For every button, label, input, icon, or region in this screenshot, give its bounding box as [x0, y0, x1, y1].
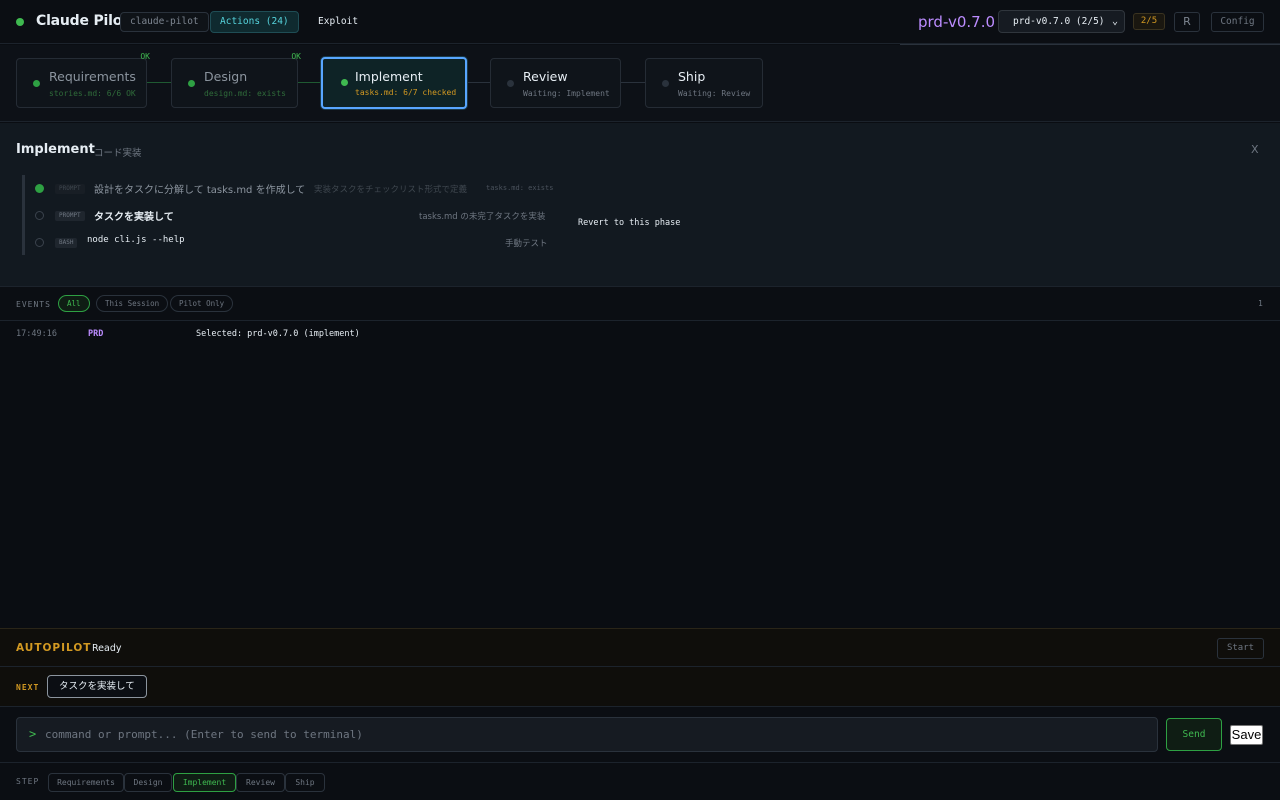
autopilot-bar: AUTOPILOT Ready Start: [0, 628, 1280, 667]
filter-this-session[interactable]: This Session: [96, 295, 169, 312]
events-count: 1: [1258, 299, 1263, 308]
phase-name: Review: [523, 69, 568, 84]
phase-ok-badge: OK: [140, 52, 150, 61]
phase-status-dot: [662, 80, 669, 87]
step-description: 手動テスト: [505, 239, 548, 249]
step-command: タスクを実装して: [94, 212, 174, 223]
phase-status: Waiting: Review: [678, 89, 751, 98]
actions-button[interactable]: Actions (24): [210, 11, 299, 33]
step-button-review[interactable]: Review: [236, 773, 285, 792]
phase-name: Requirements: [49, 69, 136, 84]
phase-design[interactable]: Design design.md: exists OK: [171, 52, 301, 108]
step-button-ship[interactable]: Ship: [285, 773, 325, 792]
phase-ship[interactable]: Ship Waiting: Review: [645, 58, 763, 108]
phase-status-dot: [507, 80, 514, 87]
autopilot-label: AUTOPILOT: [16, 642, 92, 654]
event-message: Selected: prd-v0.7.0 (implement): [196, 329, 360, 339]
phase-name: Implement: [355, 69, 423, 84]
step-label: STEP: [16, 777, 40, 786]
version-select[interactable]: prd-v0.7.0 (2/5) ⌄: [998, 10, 1125, 33]
step-command: 設計をタスクに分解して tasks.md を作成して: [94, 185, 306, 196]
step-navigation-bar: STEP Requirements Design Implement Revie…: [0, 763, 1280, 800]
phase-status-dot: [33, 80, 40, 87]
step-description: tasks.md の未完了タスクを実装: [419, 212, 546, 222]
save-button[interactable]: Save: [1230, 725, 1263, 745]
step-pending-icon: [35, 211, 44, 220]
filter-all[interactable]: All: [58, 295, 90, 312]
phase-status: stories.md: 6/6 OK: [49, 89, 136, 98]
step-command: node cli.js --help: [87, 235, 185, 245]
step-type-tag: BASH: [55, 238, 78, 248]
phase-progress-badge: 2/5: [1133, 13, 1165, 30]
step-item[interactable]: PROMPT 設計をタスクに分解して tasks.md を作成して 実装タスクを…: [0, 178, 560, 198]
phase-connector: [147, 82, 171, 83]
close-button[interactable]: X: [1251, 143, 1259, 156]
step-done-icon: [35, 184, 44, 193]
reload-button[interactable]: R: [1174, 12, 1200, 32]
send-button[interactable]: Send: [1166, 718, 1222, 751]
prompt-chevron-icon: >: [29, 727, 37, 741]
config-button[interactable]: Config: [1211, 12, 1264, 32]
phase-pipeline: Requirements stories.md: 6/6 OK OK Desig…: [0, 45, 1280, 122]
phase-status: tasks.md: 6/7 checked: [355, 88, 457, 97]
detail-subtitle: コード実装: [94, 148, 142, 159]
step-item[interactable]: PROMPT タスクを実装して tasks.md の未完了タスクを実装: [0, 205, 560, 225]
step-type-tag: PROMPT: [55, 184, 85, 194]
step-pending-icon: [35, 238, 44, 247]
next-action-bar: NEXT タスクを実装して: [0, 667, 1280, 707]
filter-pilot-only[interactable]: Pilot Only: [170, 295, 234, 312]
phase-status-dot: [341, 79, 348, 86]
phase-status: design.md: exists: [204, 89, 286, 98]
phase-ok-badge: OK: [291, 52, 301, 61]
exploit-link[interactable]: Exploit: [318, 16, 358, 27]
event-time: 17:49:16: [16, 329, 57, 339]
autopilot-start-button[interactable]: Start: [1217, 638, 1264, 659]
phase-detail-panel: Implement コード実装 X PROMPT 設計をタスクに分解して tas…: [0, 123, 1280, 287]
step-item[interactable]: BASH node cli.js --help 手動テスト: [0, 232, 560, 252]
phase-name: Ship: [678, 69, 706, 84]
phase-connector: [621, 82, 645, 83]
phase-name: Design: [204, 69, 248, 84]
command-area: > Send Save: [0, 707, 1280, 763]
app-title: Claude Pilot: [36, 13, 129, 29]
phase-status-dot: [188, 80, 195, 87]
phase-implement[interactable]: Implement tasks.md: 6/7 checked: [321, 57, 467, 109]
app-header: Claude Pilot claude-pilot Actions (24) E…: [0, 0, 1280, 44]
step-button-implement[interactable]: Implement: [173, 773, 236, 792]
step-button-requirements[interactable]: Requirements: [48, 773, 124, 792]
phase-connector: [467, 82, 490, 83]
command-input-wrapper: >: [16, 717, 1158, 752]
event-source: PRD: [88, 329, 104, 339]
chevron-down-icon: ⌄: [1111, 16, 1118, 27]
step-button-design[interactable]: Design: [124, 773, 172, 792]
step-type-tag: PROMPT: [55, 211, 85, 221]
events-toolbar: EVENTS All This Session Pilot Only 1: [0, 287, 1280, 321]
command-input[interactable]: [45, 718, 1145, 751]
version-select-value: prd-v0.7.0 (2/5): [1013, 16, 1105, 27]
detail-title: Implement: [16, 142, 95, 157]
events-label: EVENTS: [16, 300, 51, 309]
current-version: prd-v0.7.0: [918, 13, 995, 31]
phase-review[interactable]: Review Waiting: Implement: [490, 58, 621, 108]
revert-phase-button[interactable]: Revert to this phase: [578, 218, 680, 228]
autopilot-status: Ready: [92, 643, 122, 654]
event-row: 17:49:16 PRD Selected: prd-v0.7.0 (imple…: [0, 326, 1280, 342]
phase-requirements[interactable]: Requirements stories.md: 6/6 OK OK: [16, 52, 150, 108]
step-check-result: tasks.md: exists: [486, 184, 554, 192]
next-label: NEXT: [16, 683, 40, 692]
step-description: 実装タスクをチェックリスト形式で定義: [314, 185, 468, 195]
next-action-button[interactable]: タスクを実装して: [47, 675, 147, 698]
repo-badge[interactable]: claude-pilot: [120, 12, 209, 32]
connection-status-dot: [16, 18, 24, 26]
phase-connector: [298, 82, 321, 83]
phase-status: Waiting: Implement: [523, 89, 610, 98]
